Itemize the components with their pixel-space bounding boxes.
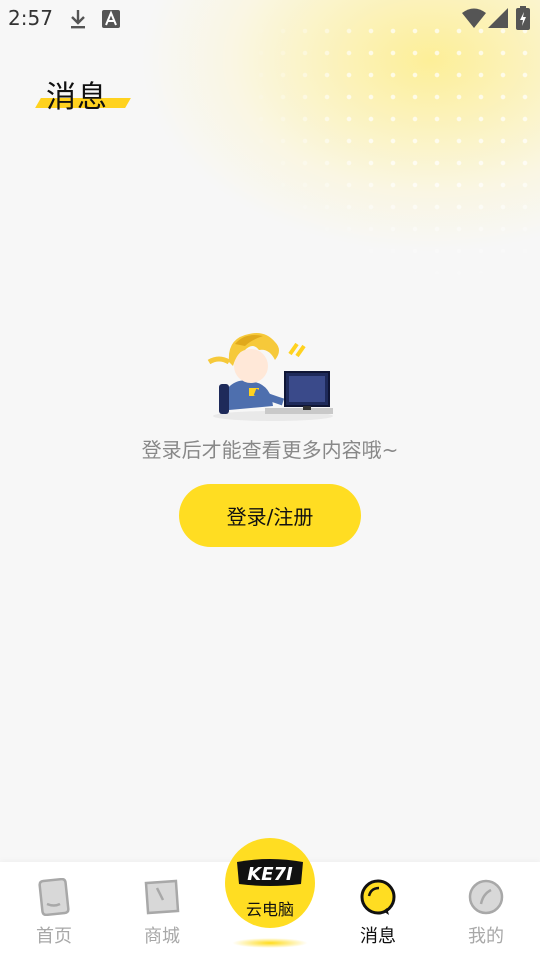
battery-charging-icon <box>516 6 530 30</box>
wifi-icon <box>462 8 486 28</box>
nav-item-message[interactable]: 消息 <box>324 862 432 960</box>
store-icon <box>144 879 180 915</box>
download-icon <box>71 10 85 29</box>
nav-item-store[interactable]: 商城 <box>108 862 216 960</box>
character-at-computer-illustration <box>207 333 333 421</box>
profile-icon <box>468 879 504 915</box>
status-time: 2:57 <box>8 6 53 30</box>
nav-label-home: 首页 <box>36 926 72 947</box>
status-bar: 2:57 <box>0 0 540 36</box>
nav-label-message: 消息 <box>360 926 396 947</box>
login-register-button[interactable]: 登录/注册 <box>179 484 361 547</box>
page-title: 消息 <box>46 80 108 115</box>
cloud-pc-logo-icon: KE7I <box>237 859 303 886</box>
nav-label-profile: 我的 <box>468 926 504 947</box>
background-glow <box>0 0 540 360</box>
signal-icon <box>488 8 508 28</box>
nav-label-cloud-pc: 云电脑 <box>245 900 294 919</box>
empty-state-message: 登录后才能查看更多内容哦~ <box>141 438 399 462</box>
home-icon <box>38 878 70 916</box>
message-icon <box>360 879 396 915</box>
page-title-wrap: 消息 <box>35 72 131 115</box>
nav-item-home[interactable]: 首页 <box>0 862 108 960</box>
font-a-icon <box>102 10 120 28</box>
center-button-shadow <box>232 938 308 948</box>
nav-label-store: 商城 <box>144 926 180 947</box>
nav-item-profile[interactable]: 我的 <box>432 862 540 960</box>
background-dots <box>250 20 540 280</box>
center-logo-text: KE7I <box>247 864 293 885</box>
